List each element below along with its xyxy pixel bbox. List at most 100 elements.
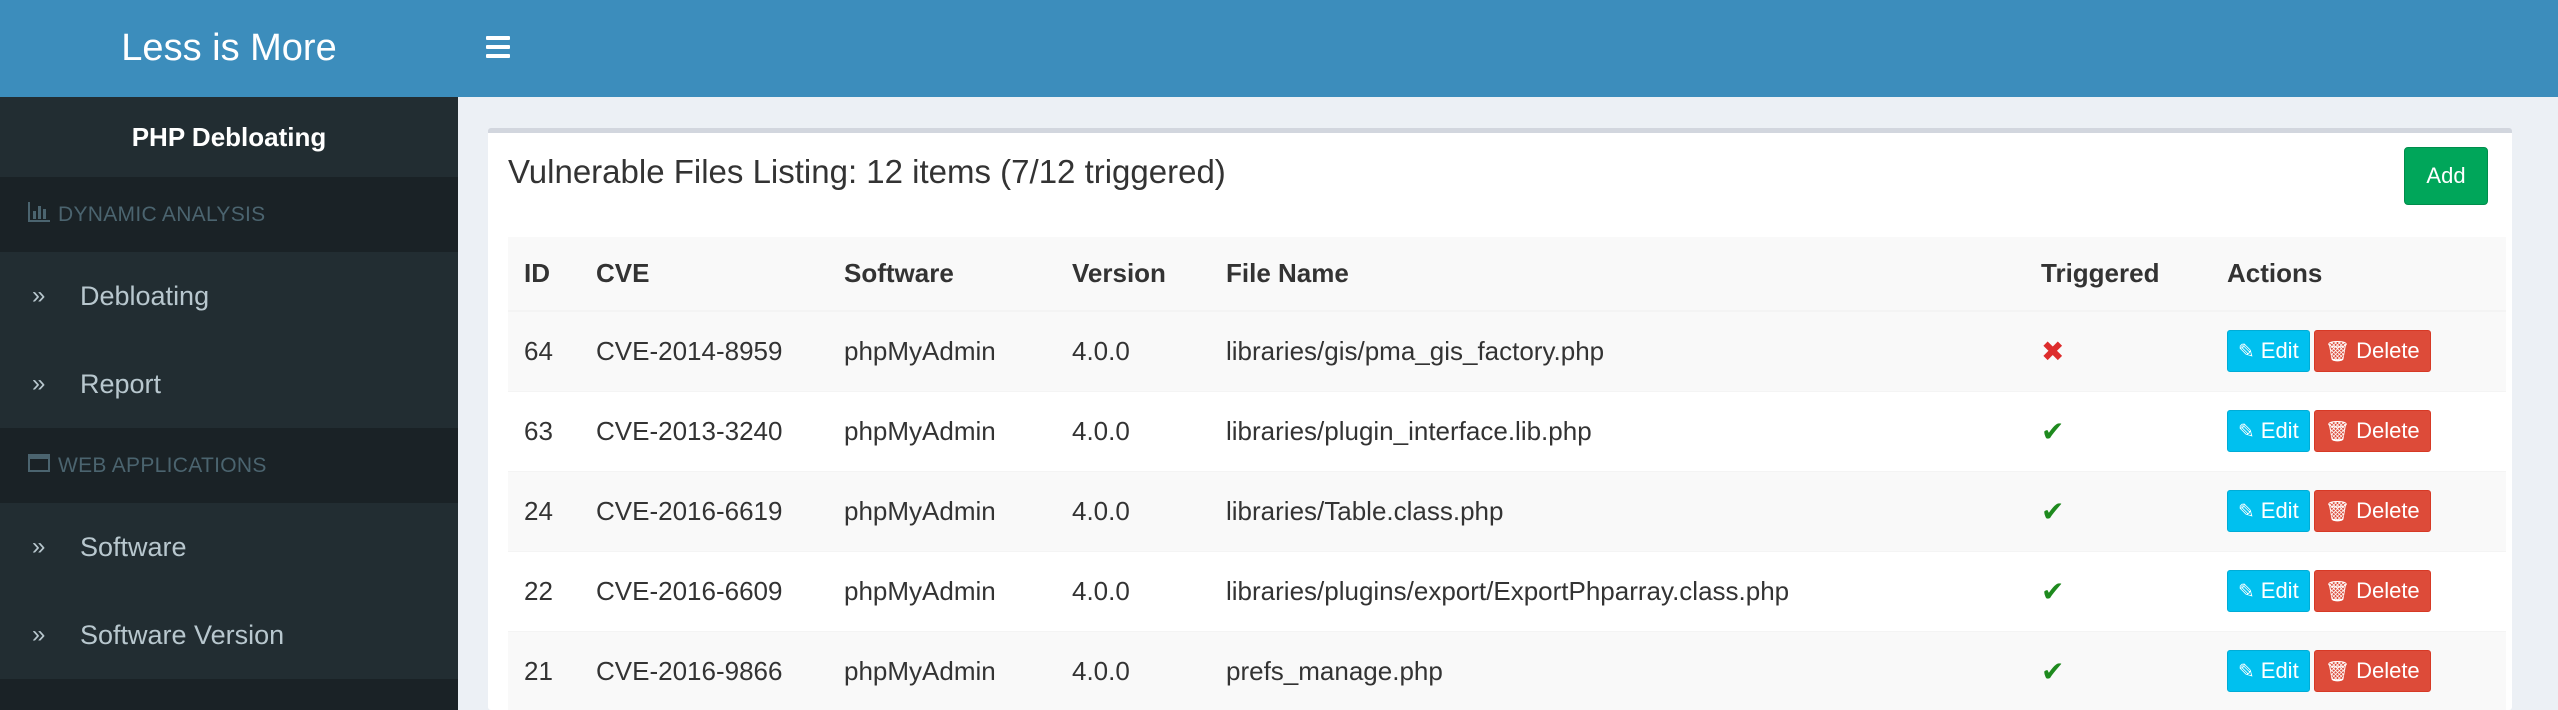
cell-id: 64 bbox=[508, 310, 580, 391]
edit-label: Edit bbox=[2260, 498, 2299, 523]
vulnerable-files-box: Vulnerable Files Listing: 12 items (7/12… bbox=[488, 128, 2512, 710]
sidebar: PHP Debloating DYNAMIC ANALYSIS » Debloa… bbox=[0, 97, 458, 710]
table-row: 22 CVE-2016-6609 phpMyAdmin 4.0.0 libraries/… bbox=[508, 550, 2506, 631]
double-chevron-right-icon: » bbox=[32, 533, 46, 560]
cell-actions: ✎ Edit 🗑 Delete bbox=[2211, 470, 2506, 551]
cell-cve: CVE-2013-3240 bbox=[580, 390, 828, 471]
double-chevron-right-icon: » bbox=[32, 282, 46, 309]
check-icon: ✔ bbox=[2041, 495, 2065, 527]
cell-file-name: prefs_manage.php bbox=[1210, 630, 2025, 710]
cell-triggered: ✖ bbox=[2025, 310, 2211, 391]
double-chevron-right-icon: » bbox=[32, 621, 46, 648]
sidebar-item-report[interactable]: » Report bbox=[0, 340, 458, 428]
cell-triggered: ✔ bbox=[2025, 630, 2211, 710]
cell-cve: CVE-2014-8959 bbox=[580, 310, 828, 391]
edit-button[interactable]: ✎ Edit bbox=[2227, 410, 2310, 452]
delete-label: Delete bbox=[2356, 498, 2420, 523]
column-header-file-name[interactable]: File Name bbox=[1210, 237, 2025, 312]
trash-icon: 🗑 bbox=[2324, 340, 2351, 363]
edit-button[interactable]: ✎ Edit bbox=[2227, 330, 2310, 373]
edit-button[interactable]: ✎ Edit bbox=[2227, 570, 2310, 612]
edit-button[interactable]: ✎ Edit bbox=[2227, 490, 2310, 532]
check-icon: ✔ bbox=[2041, 655, 2065, 687]
cell-version: 4.0.0 bbox=[1056, 630, 1210, 710]
trash-icon: 🗑 bbox=[2324, 500, 2351, 523]
sidebar-section-web-applications: WEB APPLICATIONS bbox=[0, 428, 458, 503]
table-row: 64 CVE-2014-8959 phpMyAdmin 4.0.0 libraries/… bbox=[508, 310, 2506, 391]
cell-actions: ✎ Edit 🗑 Delete bbox=[2211, 310, 2506, 391]
trash-icon: 🗑 bbox=[2324, 660, 2351, 683]
sidebar-section-partial bbox=[0, 679, 458, 710]
column-header-triggered[interactable]: Triggered bbox=[2025, 237, 2211, 312]
column-header-id[interactable]: ID bbox=[508, 237, 580, 312]
column-header-software[interactable]: Software bbox=[828, 237, 1056, 312]
cell-actions: ✎ Edit 🗑 Delete bbox=[2211, 390, 2506, 471]
sidebar-item-label: Report bbox=[80, 368, 162, 399]
trash-icon: 🗑 bbox=[2324, 420, 2351, 443]
app-logo[interactable]: Less is More bbox=[0, 0, 458, 97]
table-row: 63 CVE-2013-3240 phpMyAdmin 4.0.0 libraries/… bbox=[508, 390, 2506, 471]
pencil-icon: ✎ bbox=[2238, 580, 2255, 603]
bar-chart-icon bbox=[28, 201, 50, 228]
delete-button[interactable]: 🗑 Delete bbox=[2313, 330, 2431, 373]
check-icon: ✔ bbox=[2041, 575, 2065, 607]
sidebar-section-dynamic-analysis: DYNAMIC ANALYSIS bbox=[0, 177, 458, 252]
pencil-icon: ✎ bbox=[2238, 340, 2255, 363]
edit-label: Edit bbox=[2260, 658, 2299, 684]
delete-button[interactable]: 🗑 Delete bbox=[2313, 410, 2431, 452]
cell-cve: CVE-2016-9866 bbox=[580, 630, 828, 710]
top-navbar bbox=[458, 0, 2558, 97]
add-button[interactable]: Add bbox=[2404, 147, 2488, 205]
double-chevron-right-icon: » bbox=[32, 370, 46, 397]
cell-cve: CVE-2016-6609 bbox=[580, 550, 828, 631]
delete-button[interactable]: 🗑 Delete bbox=[2313, 650, 2431, 693]
cell-id: 24 bbox=[508, 470, 580, 551]
page-title: Vulnerable Files Listing: 12 items (7/12… bbox=[508, 153, 1226, 190]
delete-label: Delete bbox=[2356, 418, 2420, 443]
delete-label: Delete bbox=[2356, 578, 2420, 603]
cell-software: phpMyAdmin bbox=[828, 630, 1056, 710]
cell-triggered: ✔ bbox=[2025, 390, 2211, 471]
table-row: 21 CVE-2016-9866 phpMyAdmin 4.0.0 prefs_mana… bbox=[508, 630, 2506, 710]
cell-id: 63 bbox=[508, 390, 580, 471]
cell-software: phpMyAdmin bbox=[828, 390, 1056, 471]
sidebar-item-label: Software bbox=[80, 531, 187, 562]
check-icon: ✔ bbox=[2041, 415, 2065, 447]
delete-button[interactable]: 🗑 Delete bbox=[2313, 570, 2431, 612]
cell-id: 21 bbox=[508, 630, 580, 710]
sidebar-item-software[interactable]: » Software bbox=[0, 503, 458, 591]
vulnerable-files-table: ID CVE Software Version File Name Trigge… bbox=[508, 237, 2506, 710]
cell-version: 4.0.0 bbox=[1056, 310, 1210, 391]
sidebar-item-software-version[interactable]: » Software Version bbox=[0, 591, 458, 679]
edit-label: Edit bbox=[2260, 578, 2299, 603]
table-row: 24 CVE-2016-6619 phpMyAdmin 4.0.0 libraries/… bbox=[508, 470, 2506, 551]
cell-software: phpMyAdmin bbox=[828, 310, 1056, 391]
sidebar-item-debloating[interactable]: » Debloating bbox=[0, 252, 458, 340]
pencil-icon: ✎ bbox=[2238, 500, 2255, 523]
cell-id: 22 bbox=[508, 550, 580, 631]
delete-label: Delete bbox=[2356, 338, 2420, 364]
sidebar-item-label: Debloating bbox=[80, 280, 210, 311]
delete-label: Delete bbox=[2356, 658, 2420, 684]
hamburger-icon[interactable] bbox=[486, 36, 510, 58]
cell-file-name: libraries/gis/pma_gis_factory.php bbox=[1210, 310, 2025, 391]
delete-button[interactable]: 🗑 Delete bbox=[2313, 490, 2431, 532]
sidebar-section-title: WEB APPLICATIONS bbox=[58, 453, 267, 477]
sidebar-item-label: Software Version bbox=[80, 619, 285, 650]
column-header-cve[interactable]: CVE bbox=[580, 237, 828, 312]
cell-version: 4.0.0 bbox=[1056, 550, 1210, 631]
trash-icon: 🗑 bbox=[2324, 580, 2351, 603]
cell-file-name: libraries/plugins/export/ExportPhparray.… bbox=[1210, 550, 2025, 631]
cell-version: 4.0.0 bbox=[1056, 390, 1210, 471]
sidebar-section-title: DYNAMIC ANALYSIS bbox=[58, 202, 266, 226]
cell-triggered: ✔ bbox=[2025, 470, 2211, 551]
column-header-version[interactable]: Version bbox=[1056, 237, 1210, 312]
sidebar-brand: PHP Debloating bbox=[131, 121, 327, 152]
pencil-icon: ✎ bbox=[2238, 420, 2255, 443]
cell-software: phpMyAdmin bbox=[828, 550, 1056, 631]
cell-file-name: libraries/Table.class.php bbox=[1210, 470, 2025, 551]
cell-cve: CVE-2016-6619 bbox=[580, 470, 828, 551]
cell-actions: ✎ Edit 🗑 Delete bbox=[2211, 550, 2506, 631]
cell-file-name: libraries/plugin_interface.lib.php bbox=[1210, 390, 2025, 471]
edit-button[interactable]: ✎ Edit bbox=[2227, 650, 2310, 693]
